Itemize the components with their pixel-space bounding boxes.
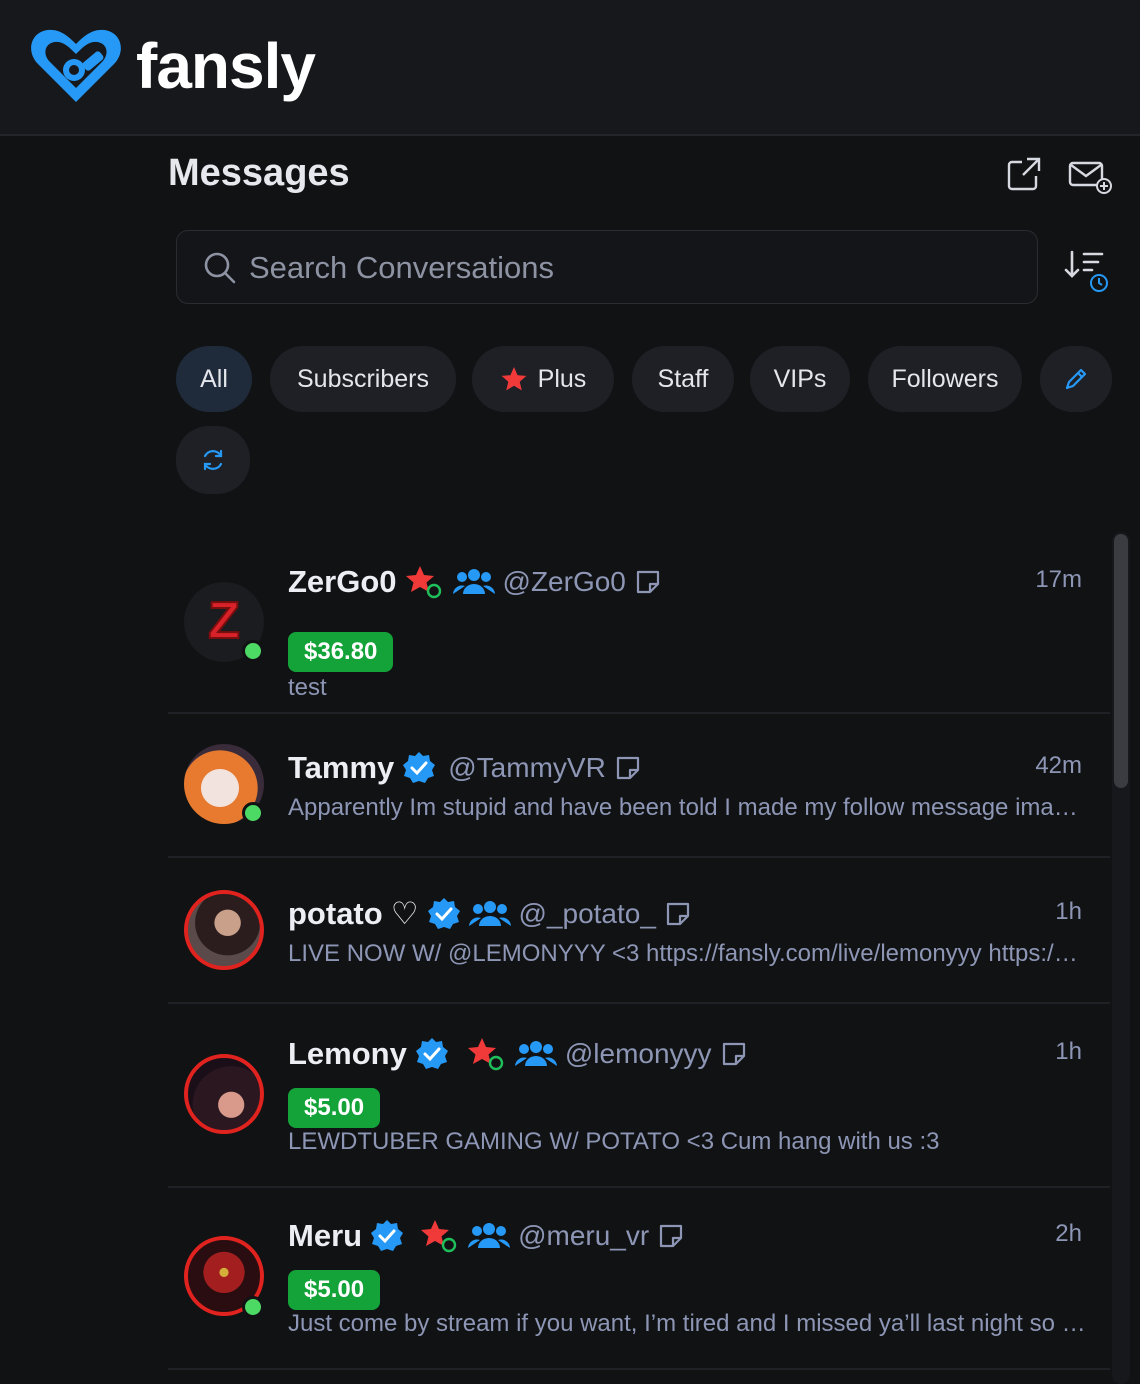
pencil-icon [1065,368,1087,390]
display-name: Meru [288,1218,363,1253]
subscribers-icon [468,901,511,926]
display-name: Tammy [288,750,395,785]
search-icon [204,252,236,284]
filter-label: All [200,364,228,393]
edit-filters-button[interactable] [1040,346,1112,412]
price-badge: $5.00 [288,1088,381,1128]
refresh-button[interactable] [176,426,250,494]
fansly-logo[interactable]: fansly [28,26,316,106]
brand-name: fansly [136,30,316,102]
name-line: ZerGo0 @ZerGo0 [288,564,662,600]
timestamp: 2h [1055,1220,1082,1247]
note-icon[interactable] [657,1222,685,1250]
timestamp: 1h [1055,1038,1082,1065]
username: @meru_vr [518,1220,650,1251]
search-input[interactable] [247,245,1011,291]
name-line: Tammy @TammyVR [288,750,642,786]
filter-label: Followers [891,364,999,393]
online-indicator [242,640,264,662]
name-line: Meru @meru_vr [288,1218,685,1254]
filter-label: Subscribers [297,364,429,393]
filter-staff[interactable]: Staff [632,346,734,412]
price-badge: $5.00 [288,1270,381,1310]
scrollbar[interactable] [1112,532,1130,1384]
search-bar [176,230,1038,304]
top-bar: fansly [0,0,1140,136]
plus-renew-icon [467,1038,504,1071]
filter-label: Plus [537,364,587,393]
conversation-row[interactable]: Z ZerGo0 @ZerGo0 17m $36.80 test [168,552,1110,714]
username: @ZerGo0 [502,566,626,597]
username: @_potato_ [518,898,656,929]
page-title: Messages [168,152,350,194]
avatar[interactable] [184,1054,264,1134]
scrollbar-thumb[interactable] [1114,534,1128,788]
online-indicator [242,1296,264,1318]
plus-renew-icon [421,1220,457,1253]
plus-renew-icon [405,566,441,599]
name-line: Lemony @lemonyyy [288,1036,748,1072]
online-indicator [242,802,264,824]
note-icon[interactable] [664,900,692,928]
sort-by-time-icon[interactable] [1064,248,1112,294]
username: @TammyVR [448,752,606,783]
message-preview: LIVE NOW W/ @LEMONYYY <3 https://fansly.… [288,940,1084,967]
filter-subscribers[interactable]: Subscribers [270,346,456,412]
timestamp: 42m [1035,752,1082,779]
filter-followers[interactable]: Followers [868,346,1022,412]
timestamp: 17m [1035,566,1082,593]
subscribers-icon [468,1223,511,1248]
svg-text:Z: Z [208,592,240,650]
conversation-row[interactable]: Meru @meru_vr 2h $5.00 Just come by stre… [168,1186,1110,1370]
note-icon[interactable] [614,754,642,782]
open-external-icon[interactable] [1006,156,1042,192]
timestamp: 1h [1055,898,1082,925]
verified-icon [403,752,436,783]
verified-icon [427,898,460,929]
price-badge: $36.80 [288,632,394,672]
subscribers-icon [452,569,495,594]
note-icon[interactable] [634,568,662,596]
filter-label: Staff [657,364,709,393]
display-name: ZerGo0 [288,564,397,599]
display-name: Lemony [288,1036,407,1071]
star-icon [501,367,527,391]
message-preview: Just come by stream if you want, I’m tir… [288,1310,1088,1337]
filter-all[interactable]: All [176,346,252,412]
message-preview: test [288,674,327,701]
filter-label: VIPs [773,364,827,393]
filter-vips[interactable]: VIPs [750,346,850,412]
conversation-row[interactable]: Lemony @lemonyyy 1h $5.00 LEWDTUBER GAMI… [168,1004,1110,1188]
display-name: potato [288,896,383,931]
subscribers-icon [514,1041,557,1066]
verified-icon [371,1220,404,1251]
new-message-icon[interactable] [1068,160,1114,196]
refresh-icon [203,449,223,471]
conversation-row[interactable]: potato ♡ @_potato_ 1h LIVE NOW W/ @LEMON… [168,858,1110,1004]
note-icon[interactable] [720,1040,748,1068]
verified-icon [415,1038,448,1069]
username: @lemonyyy [564,1038,712,1069]
name-heart: ♡ [390,896,419,931]
filter-plus[interactable]: Plus [472,346,614,412]
message-preview: Apparently Im stupid and have been told … [288,794,1084,821]
conversation-row[interactable]: Tammy @TammyVR 42m Apparently Im stupid … [168,712,1110,858]
message-preview: LEWDTUBER GAMING W/ POTATO <3 Cum hang w… [288,1128,940,1155]
heart-lock-icon [31,29,121,103]
avatar[interactable] [184,890,264,970]
name-line: potato ♡ @_potato_ [288,896,692,932]
